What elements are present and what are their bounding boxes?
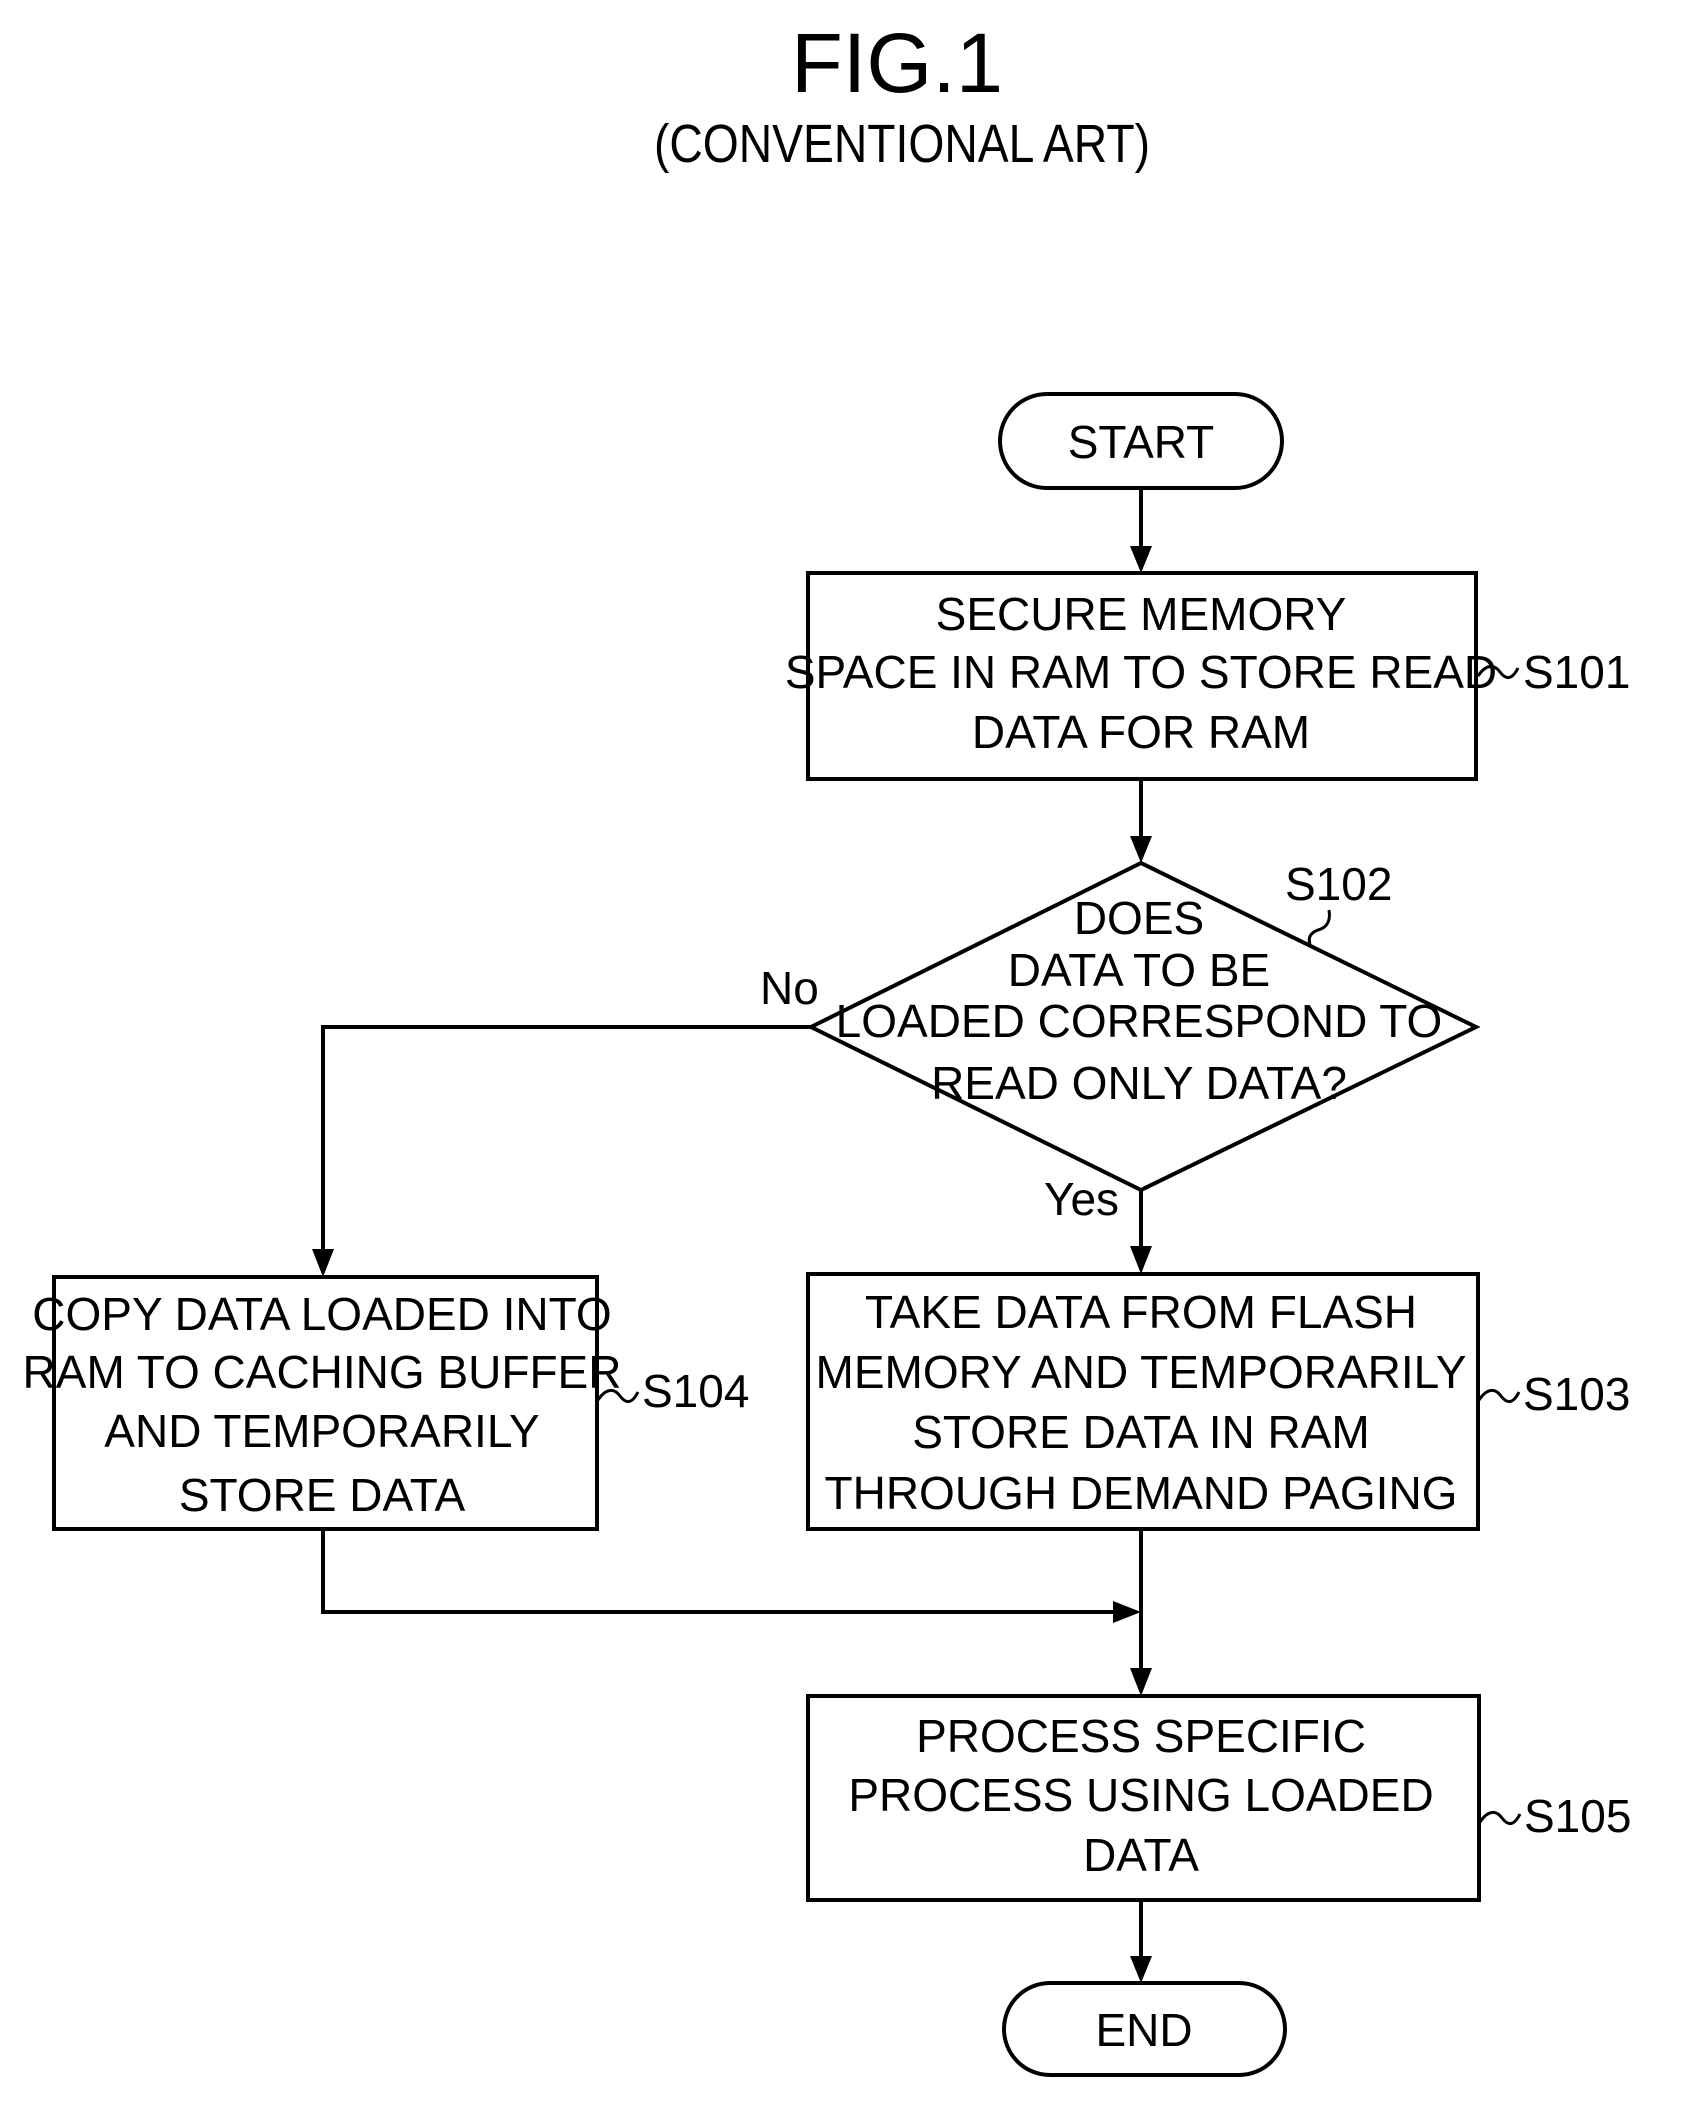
s105-text-line: DATA (1083, 1829, 1199, 1881)
node-s104: COPY DATA LOADED INTO RAM TO CACHING BUF… (23, 1275, 749, 1531)
node-end: END (1002, 1981, 1287, 2077)
s101-text-line: SPACE IN RAM TO STORE READ (785, 646, 1497, 698)
s103-text-line: MEMORY AND TEMPORARILY (816, 1346, 1467, 1398)
s102-text-line: READ ONLY DATA? (931, 1057, 1347, 1109)
branch-label-no: No (760, 962, 819, 1014)
s101-text-line: DATA FOR RAM (972, 706, 1310, 758)
s102-step-label: S102 (1285, 858, 1392, 910)
arrowhead-icon (1130, 546, 1152, 573)
edge-s102-s104-no (321, 1025, 811, 1250)
node-s101: SECURE MEMORY SPACE IN RAM TO STORE READ… (785, 571, 1630, 781)
arrowhead-icon (1130, 836, 1152, 863)
s103-leader-tilde-icon (1477, 1389, 1521, 1403)
arrowhead-icon (1113, 1601, 1141, 1623)
s104-text-line: AND TEMPORARILY (104, 1405, 539, 1457)
s103-step-label: S103 (1523, 1368, 1630, 1420)
node-s102: DOES DATA TO BE LOADED CORRESPOND TO REA… (760, 858, 1481, 1225)
arrowhead-icon (1130, 1668, 1152, 1696)
arrowhead-icon (312, 1249, 334, 1277)
arrowhead-icon (1130, 1956, 1152, 1983)
s104-text-line: COPY DATA LOADED INTO (32, 1288, 611, 1340)
s104-text-line: STORE DATA (179, 1469, 466, 1521)
s103-text-line: THROUGH DEMAND PAGING (825, 1467, 1458, 1519)
s104-text-line: RAM TO CACHING BUFFER (23, 1346, 622, 1398)
s105-step-label: S105 (1524, 1790, 1631, 1842)
edge-s104-merge (321, 1529, 1115, 1614)
node-start: START (998, 392, 1284, 490)
node-s103: TAKE DATA FROM FLASH MEMORY AND TEMPORAR… (806, 1272, 1630, 1531)
node-s105: PROCESS SPECIFIC PROCESS USING LOADED DA… (806, 1694, 1631, 1902)
s102-text-line: LOADED CORRESPOND TO (836, 995, 1443, 1047)
s105-text-line: PROCESS USING LOADED (848, 1769, 1433, 1821)
figure-subtitle: (CONVENTIONAL ART) (654, 114, 1150, 174)
s103-text-line: TAKE DATA FROM FLASH (865, 1286, 1417, 1338)
flowchart-diagram: FIG.1 (CONVENTIONAL ART) START SECURE ME… (23, 16, 1631, 2077)
end-label: END (1095, 2004, 1192, 2056)
branch-label-yes: Yes (1044, 1173, 1119, 1225)
s104-step-label: S104 (642, 1365, 749, 1417)
figure-title: FIG.1 (791, 16, 1003, 110)
s101-step-label: S101 (1523, 646, 1630, 698)
s102-text-line: DATA TO BE (1008, 944, 1270, 996)
s103-text-line: STORE DATA IN RAM (912, 1406, 1370, 1458)
s102-text-line: DOES (1074, 892, 1204, 944)
start-label: START (1068, 416, 1215, 468)
arrowhead-icon (1130, 1246, 1152, 1274)
s101-text-line: SECURE MEMORY (936, 588, 1347, 640)
s105-leader-tilde-icon (1478, 1811, 1522, 1825)
s102-leader-squiggle-icon (1307, 909, 1331, 945)
s105-text-line: PROCESS SPECIFIC (916, 1710, 1366, 1762)
